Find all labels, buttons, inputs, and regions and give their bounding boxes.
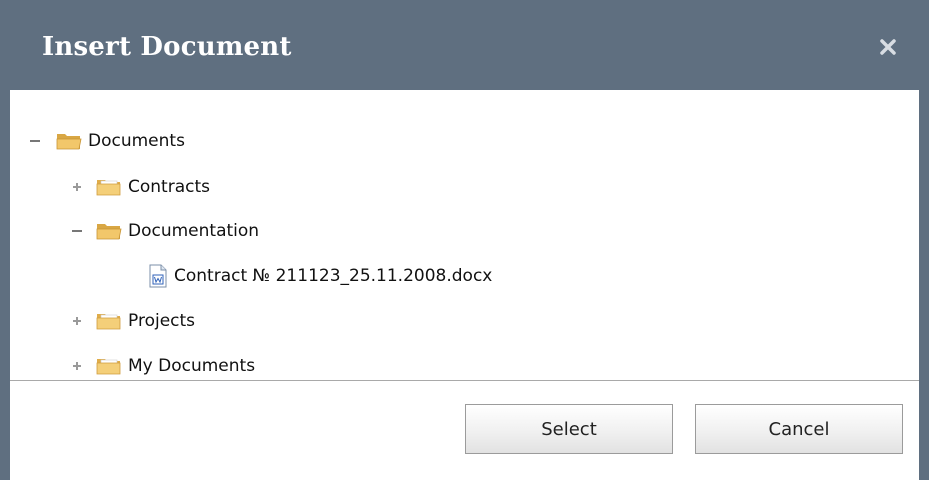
word-document-icon xyxy=(148,264,168,288)
collapse-toggle-icon[interactable] xyxy=(28,134,42,148)
footer-divider xyxy=(10,380,919,381)
dialog-titlebar: Insert Document xyxy=(10,10,919,90)
tree-node-projects[interactable]: Projects xyxy=(70,308,195,334)
folder-icon xyxy=(96,177,122,197)
select-button[interactable]: Select xyxy=(465,404,673,454)
close-icon[interactable] xyxy=(875,34,901,60)
dialog-title: Insert Document xyxy=(42,32,292,62)
open-folder-icon xyxy=(56,131,82,151)
folder-icon xyxy=(96,356,122,376)
expand-toggle-icon[interactable] xyxy=(70,359,84,373)
tree-node-documents[interactable]: Documents xyxy=(28,128,185,154)
expand-toggle-icon[interactable] xyxy=(70,180,84,194)
tree-node-label: Documentation xyxy=(128,221,260,241)
tree-node-label: My Documents xyxy=(128,356,256,376)
expand-toggle-icon[interactable] xyxy=(70,314,84,328)
collapse-toggle-icon[interactable] xyxy=(70,224,84,238)
tree-node-my-documents[interactable]: My Documents xyxy=(70,353,255,379)
tree-node-contracts[interactable]: Contracts xyxy=(70,174,210,200)
open-folder-icon xyxy=(96,221,122,241)
cancel-button[interactable]: Cancel xyxy=(695,404,903,454)
tree-node-label: Contracts xyxy=(128,177,210,197)
tree-node-contract-file[interactable]: Contract № 211123_25.11.2008.docx xyxy=(148,263,492,289)
tree-node-label: Projects xyxy=(128,311,196,331)
insert-document-dialog: Insert Document Documents Contracts Docu… xyxy=(0,0,929,480)
folder-icon xyxy=(96,311,122,331)
document-tree: Documents Contracts Documentation Contra… xyxy=(10,90,919,380)
tree-node-documentation[interactable]: Documentation xyxy=(70,218,259,244)
tree-node-label: Contract № 211123_25.11.2008.docx xyxy=(174,266,493,286)
tree-node-label: Documents xyxy=(88,131,185,151)
